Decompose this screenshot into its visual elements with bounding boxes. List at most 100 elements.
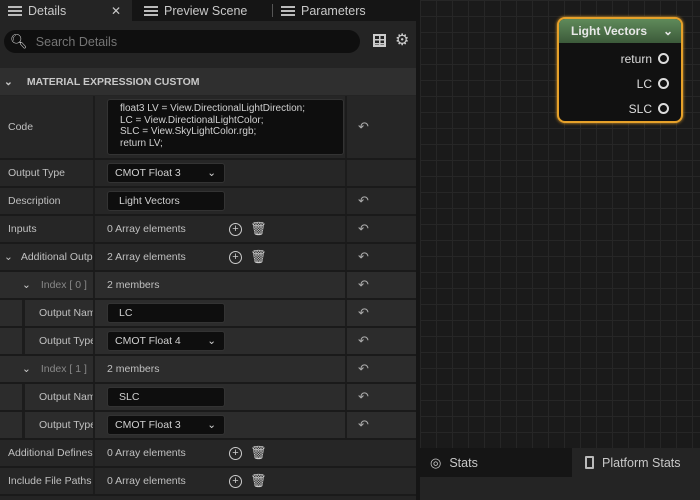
tab-label: Platform Stats	[602, 455, 681, 470]
stats-icon: ◎	[430, 454, 442, 470]
code-textarea[interactable]: float3 LV = View.DirectionalLightDirecti…	[107, 99, 344, 155]
reset-icon[interactable]: ↶	[358, 412, 369, 438]
preview-scene-icon	[144, 5, 158, 16]
property-label: Output Name	[22, 300, 95, 326]
pin-label: SLC	[628, 101, 652, 116]
close-icon[interactable]: ✕	[111, 4, 121, 18]
add-element-icon[interactable]: +	[229, 222, 242, 236]
custom-node-light-vectors[interactable]: Light Vectors ⌄ return LC SLC	[557, 17, 683, 123]
tab-label: Parameters	[301, 3, 366, 18]
code-line: float3 LV = View.DirectionalLightDirecti…	[120, 103, 306, 114]
pin-circle-icon[interactable]	[658, 78, 669, 89]
property-label: Output Type	[0, 160, 95, 186]
code-line: return LV;	[120, 137, 163, 149]
property-label: Additional Defines	[0, 440, 95, 466]
tab-parameters[interactable]: Parameters	[281, 0, 366, 21]
tab-stats[interactable]: ◎ Stats	[420, 448, 572, 477]
member-count: 2 members	[107, 279, 160, 291]
trash-icon[interactable]: 🗑︎	[250, 221, 267, 237]
reset-icon[interactable]: ↶	[358, 356, 369, 382]
output-name-input[interactable]: SLC	[107, 387, 225, 407]
trash-icon[interactable]: 🗑︎	[250, 249, 267, 265]
search-icon: 🔍︎	[10, 33, 28, 49]
add-element-icon[interactable]: +	[229, 250, 242, 264]
label-text: Additional Outputs	[20, 251, 93, 263]
array-count: 0 Array elements	[107, 447, 186, 459]
additional-outputs-row[interactable]: ⌄ Additional Outputs 2 Array elements + 🗑︎…	[0, 244, 416, 272]
reset-icon[interactable]: ↶	[358, 384, 369, 410]
output-name-input[interactable]: LC	[107, 303, 225, 323]
output-name-row: Output Name SLC ↶	[0, 384, 416, 412]
parameters-icon	[281, 5, 295, 16]
property-label: Inputs	[0, 216, 95, 242]
output-pin[interactable]: LC	[559, 71, 681, 96]
dropdown-value: CMOT Float 4	[115, 335, 181, 347]
property-label: Output Type	[22, 412, 95, 438]
reset-icon[interactable]: ↶	[358, 244, 369, 270]
output-type-row: Output Type CMOT Float 3 ⌄ ↶	[0, 412, 416, 440]
reset-icon[interactable]: ↶	[358, 328, 369, 354]
platform-stats-icon	[585, 456, 594, 469]
pin-circle-icon[interactable]	[658, 53, 669, 64]
chevron-down-icon: ⌄	[22, 279, 31, 291]
output-pin[interactable]: return	[559, 46, 681, 71]
reset-icon[interactable]: ↶	[358, 216, 369, 242]
pin-label: return	[620, 51, 652, 66]
chevron-down-icon: ⌄	[207, 419, 216, 431]
include-file-paths-row: Include File Paths 0 Array elements + 🗑︎	[0, 468, 416, 496]
output-type-dropdown[interactable]: CMOT Float 4 ⌄	[107, 331, 225, 351]
inputs-row: Inputs 0 Array elements + 🗑︎ ↶	[0, 216, 416, 244]
tab-platform-stats[interactable]: Platform Stats	[572, 448, 700, 477]
chevron-down-icon: ⌄	[207, 167, 216, 179]
array-count: 2 Array elements	[107, 251, 186, 263]
output-pin[interactable]: SLC	[559, 96, 681, 121]
property-label: Description	[0, 188, 95, 214]
tab-label: Details	[28, 3, 67, 18]
property-label: Include File Paths	[0, 468, 95, 494]
details-icon	[8, 5, 22, 16]
gear-icon[interactable]: ⚙	[395, 30, 409, 50]
reset-icon[interactable]: ↶	[358, 188, 369, 214]
tab-preview-scene[interactable]: Preview Scene	[142, 0, 247, 21]
add-element-icon[interactable]: +	[229, 446, 242, 460]
additional-defines-row: Additional Defines 0 Array elements + 🗑︎	[0, 440, 416, 468]
add-element-icon[interactable]: +	[229, 474, 242, 488]
output-type-dropdown[interactable]: CMOT Float 3 ⌄	[107, 163, 225, 183]
index-1-row[interactable]: ⌄ Index [ 1 ] 2 members ↶	[0, 356, 416, 384]
description-row: Description Light Vectors ↶	[0, 188, 416, 216]
node-header[interactable]: Light Vectors ⌄	[559, 19, 681, 43]
tab-label: Stats	[449, 455, 478, 470]
trash-icon[interactable]: 🗑︎	[250, 473, 267, 489]
tab-divider	[272, 4, 273, 17]
code-line: SLC = View.SkyLightColor.rgb;	[120, 126, 257, 137]
member-count: 2 members	[107, 363, 160, 375]
label-text: Index [ 1 ]	[40, 363, 87, 375]
table-view-icon[interactable]	[373, 34, 386, 47]
array-count: 0 Array elements	[107, 475, 186, 487]
search-box[interactable]: 🔍︎	[4, 30, 360, 53]
node-title: Light Vectors	[571, 24, 648, 38]
section-header[interactable]: ⌄ MATERIAL EXPRESSION CUSTOM	[0, 68, 416, 95]
chevron-down-icon: ⌄	[4, 75, 13, 88]
reset-icon[interactable]: ↶	[358, 96, 369, 158]
trash-icon[interactable]: 🗑︎	[250, 445, 267, 461]
reset-icon[interactable]: ↶	[358, 300, 369, 326]
tab-details[interactable]: Details ✕	[0, 0, 132, 21]
chevron-down-icon[interactable]: ⌄	[663, 24, 673, 38]
dropdown-value: CMOT Float 3	[115, 167, 181, 179]
array-count: 0 Array elements	[107, 223, 186, 235]
pin-circle-icon[interactable]	[658, 103, 669, 114]
reset-icon[interactable]: ↶	[358, 272, 369, 298]
output-type-dropdown[interactable]: CMOT Float 3 ⌄	[107, 415, 225, 435]
property-label: ⌄ Index [ 0 ]	[0, 272, 95, 298]
chevron-down-icon: ⌄	[4, 251, 13, 263]
property-label: Output Name	[22, 384, 95, 410]
code-row: Code float3 LV = View.DirectionalLightDi…	[0, 96, 416, 160]
bottom-tab-bar: ◎ Stats Platform Stats	[420, 448, 700, 477]
index-0-row[interactable]: ⌄ Index [ 0 ] 2 members ↶	[0, 272, 416, 300]
tab-bar: Details ✕ Preview Scene Parameters	[0, 0, 416, 21]
search-input[interactable]	[35, 34, 336, 49]
description-input[interactable]: Light Vectors	[107, 191, 225, 211]
output-name-row: Output Name LC ↶	[0, 300, 416, 328]
output-type-row: Output Type CMOT Float 3 ⌄	[0, 160, 416, 188]
